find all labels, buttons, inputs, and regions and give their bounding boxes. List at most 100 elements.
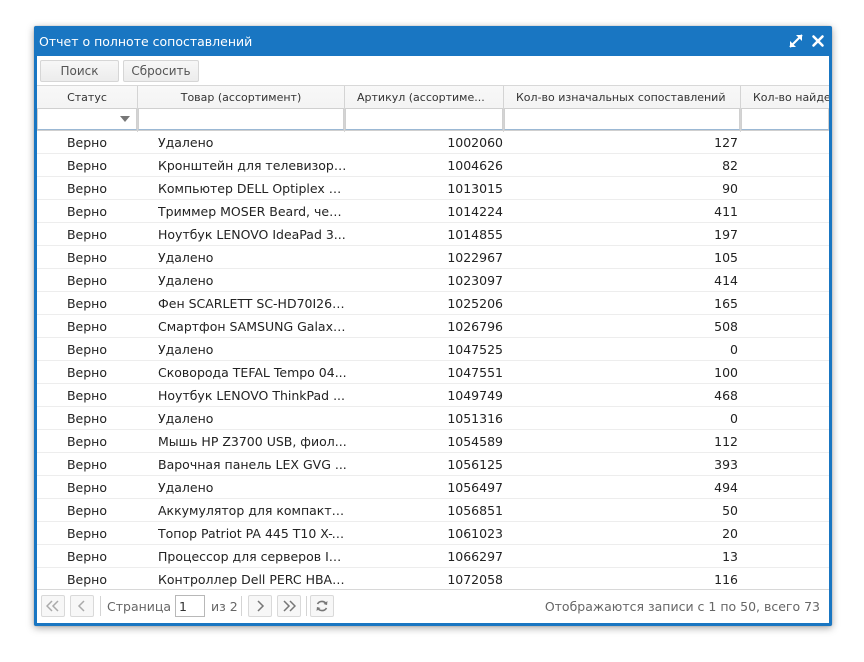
article-cell: 1026796 [447,319,503,334]
table-row[interactable]: Верно Триммер MOSER Beard, чер... 1014224 4… [37,200,829,223]
column-header-product[interactable]: Товар (ассортимент) [138,86,345,132]
table-row[interactable]: Верно Варочная панель LEX GVG ... 1056125 3… [37,453,829,476]
column-header-found-matches[interactable]: Кол-во найден [741,86,829,132]
status-cell: Верно [66,572,108,587]
product-cell: Аккумулятор для компактн... [158,503,348,518]
window-titlebar[interactable]: Отчет о полноте сопоставлений [34,26,832,56]
article-cell: 1047551 [447,365,503,380]
table-row[interactable]: Верно Удалено 1047525 0 [37,338,829,361]
reset-button[interactable]: Сбросить [123,60,199,82]
separator [306,596,307,616]
report-panel: Поиск Сбросить Статус Товар (ассортимент… [37,56,829,623]
product-cell: Удалено [158,135,214,150]
page-number-input[interactable] [175,595,205,617]
table-row[interactable]: Верно Сковорода TEFAL Tempo 04... 1047551 1… [37,361,829,384]
status-cell: Верно [66,296,108,311]
table-row[interactable]: Верно Смартфон SAMSUNG Galaxy... 1026796 50… [37,315,829,338]
column-header-initial-matches[interactable]: Кол-во изначальных сопоставлений [504,86,741,132]
table-row[interactable]: Верно Топор Patriot PA 445 T10 X-T... 1061… [37,522,829,545]
article-cell: 1072058 [447,572,503,587]
column-label: Кол-во найден [753,91,829,104]
initial-matches-cell: 0 [730,411,738,426]
initial-matches-cell: 112 [714,434,738,449]
initial-matches-cell: 13 [722,549,738,564]
column-header-article[interactable]: Артикул (ассортиме... [345,86,504,132]
product-cell: Мышь HP Z3700 USB, фиол... [158,434,347,449]
pagination-toolbar: Страница из 2 Отображаются записи с 1 по… [37,589,829,623]
found-matches-filter-input[interactable] [741,108,829,130]
grid-header: Статус Товар (ассортимент) Артикул (ассо… [37,85,829,132]
product-cell: Контроллер Dell PERC HBA3... [158,572,348,587]
product-cell: Удалено [158,250,214,265]
initial-matches-cell: 90 [722,181,738,196]
article-filter-input[interactable] [345,108,503,130]
table-row[interactable]: Верно Удалено 1056497 494 [37,476,829,499]
status-filter-select[interactable] [37,108,137,130]
product-filter-input[interactable] [138,108,344,130]
product-cell: Ноутбук LENOVO IdeaPad 3... [158,227,346,242]
article-cell: 1023097 [447,273,503,288]
table-row[interactable]: Верно Ноутбук LENOVO IdeaPad 3... 1014855 1… [37,223,829,246]
product-cell: Триммер MOSER Beard, чер... [158,204,348,219]
search-button[interactable]: Поиск [40,60,119,82]
status-cell: Верно [66,181,108,196]
previous-page-button[interactable] [70,595,94,617]
status-cell: Верно [66,365,108,380]
status-cell: Верно [66,411,108,426]
article-cell: 1066297 [447,549,503,564]
product-cell: Удалено [158,480,214,495]
article-cell: 1049749 [447,388,503,403]
maximize-icon[interactable] [788,33,804,49]
page-label: Страница [107,599,172,614]
table-row[interactable]: Верно Фен SCARLETT SC-HD70I26, ... 1025206… [37,292,829,315]
product-cell: Фен SCARLETT SC-HD70I26, ... [158,296,348,311]
initial-matches-cell: 127 [714,135,738,150]
close-icon[interactable] [810,33,826,49]
status-cell: Верно [66,503,108,518]
product-cell: Ноутбук LENOVO ThinkPad ... [158,388,345,403]
article-cell: 1004626 [447,158,503,173]
status-cell: Верно [66,227,108,242]
article-cell: 1025206 [447,296,503,311]
table-row[interactable]: Верно Удалено 1022967 105 [37,246,829,269]
status-cell: Верно [66,388,108,403]
initial-matches-cell: 393 [714,457,738,472]
product-cell: Сковорода TEFAL Tempo 04... [158,365,347,380]
table-row[interactable]: Верно Удалено 1002060 127 [37,131,829,154]
table-row[interactable]: Верно Процессор для серверов IN... 1066297… [37,545,829,568]
table-row[interactable]: Верно Компьютер DELL Optiplex 7... 1013015… [37,177,829,200]
status-cell: Верно [66,457,108,472]
initial-matches-cell: 468 [714,388,738,403]
chevron-left-icon [77,600,85,612]
table-row[interactable]: Верно Мышь HP Z3700 USB, фиол... 1054589 11… [37,430,829,453]
chevron-right-icon [257,600,265,612]
window-title: Отчет о полноте сопоставлений [39,34,253,49]
status-cell: Верно [66,434,108,449]
status-cell: Верно [66,135,108,150]
grid-body[interactable]: Верно Удалено 1002060 127 Верно Кронштейн для… [37,131,829,589]
table-row[interactable]: Верно Удалено 1023097 414 [37,269,829,292]
column-header-status[interactable]: Статус [37,86,138,132]
product-cell: Кронштейн для телевизора... [158,158,348,173]
status-cell: Верно [66,480,108,495]
chevron-down-icon [120,116,130,122]
initial-matches-cell: 494 [714,480,738,495]
initial-matches-cell: 508 [714,319,738,334]
product-cell: Удалено [158,411,214,426]
table-row[interactable]: Верно Удалено 1051316 0 [37,407,829,430]
double-chevron-left-icon [45,600,59,612]
column-label: Товар (ассортимент) [180,91,302,104]
table-row[interactable]: Верно Ноутбук LENOVO ThinkPad ... 1049749 4… [37,384,829,407]
refresh-button[interactable] [310,595,334,617]
article-cell: 1051316 [447,411,503,426]
article-cell: 1056851 [447,503,503,518]
first-page-button[interactable] [41,595,65,617]
table-row[interactable]: Верно Аккумулятор для компактн... 1056851 5… [37,499,829,522]
initial-matches-filter-input[interactable] [504,108,740,130]
last-page-button[interactable] [277,595,301,617]
table-row[interactable]: Верно Кронштейн для телевизора... 1004626 8… [37,154,829,177]
table-row[interactable]: Верно Контроллер Dell PERC HBA3... 1072058… [37,568,829,589]
initial-matches-cell: 0 [730,342,738,357]
next-page-button[interactable] [248,595,272,617]
status-cell: Верно [66,342,108,357]
